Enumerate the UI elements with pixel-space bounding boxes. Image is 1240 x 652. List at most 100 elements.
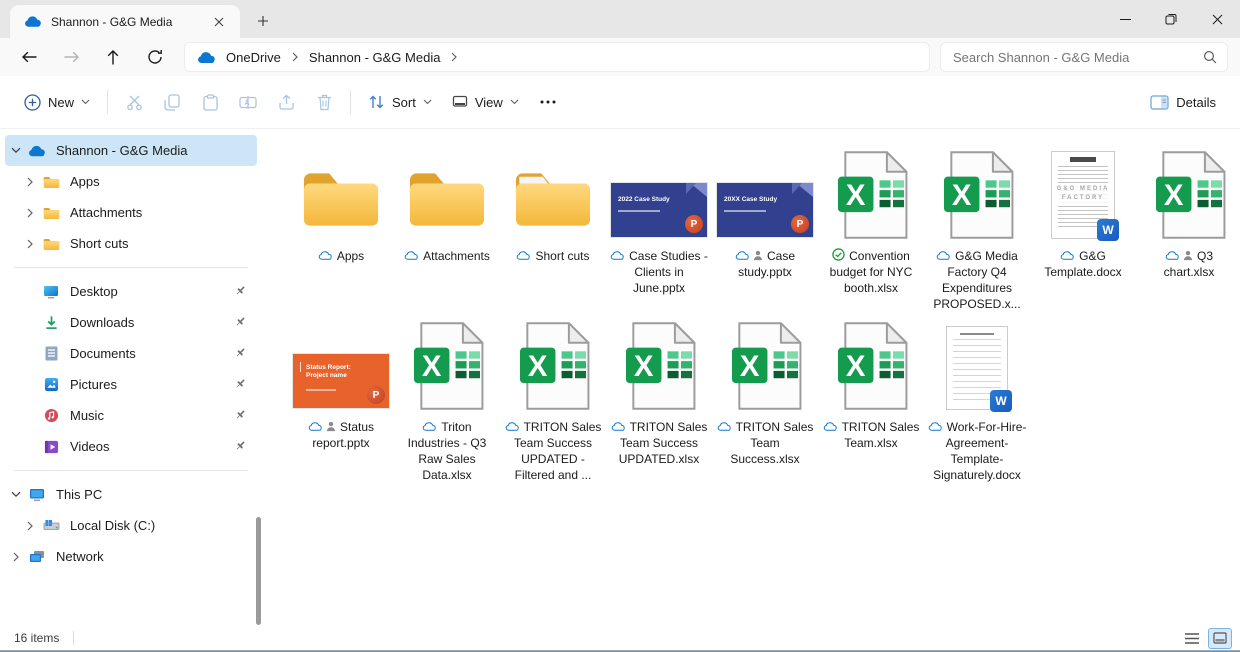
- search-box[interactable]: [940, 42, 1228, 72]
- file-tile-case-studies[interactable]: 2022 Case Study P Case Studies - Clients …: [606, 147, 712, 312]
- view-button[interactable]: View: [442, 84, 529, 120]
- file-tile-triton-updated-filtered[interactable]: X TRITON Sales Team Success UPDATED - Fi…: [500, 318, 606, 483]
- status-divider: [73, 631, 75, 645]
- sidebar-item-music[interactable]: Music: [5, 400, 257, 431]
- excel-file-icon: X: [728, 318, 802, 410]
- close-button[interactable]: [1194, 0, 1240, 38]
- sidebar-divider: [14, 267, 248, 268]
- file-tile-convention-budget[interactable]: X Convention budget for NYC booth.xlsx: [818, 147, 924, 312]
- powerpoint-slide-thumbnail: 2022 Case Study P: [611, 147, 707, 239]
- restore-button[interactable]: [1148, 0, 1194, 38]
- sidebar-item-local-disk-c[interactable]: Local Disk (C:): [5, 510, 257, 541]
- file-tile-gg-media-factory-q4[interactable]: X G&G Media Factory Q4 Expenditures PROP…: [924, 147, 1030, 312]
- file-name: TRITON Sales Team Success UPDATED - Filt…: [502, 419, 604, 483]
- chevron-right-icon[interactable]: [450, 52, 458, 62]
- sidebar-item-downloads[interactable]: Downloads: [5, 307, 257, 338]
- sidebar-item-desktop[interactable]: Desktop: [5, 276, 257, 307]
- excel-file-icon: X: [834, 147, 908, 239]
- chevron-down-icon: [510, 99, 519, 105]
- cut-button[interactable]: [115, 84, 153, 120]
- file-tile-q3-chart[interactable]: X Q3 chart.xlsx: [1136, 147, 1240, 312]
- sidebar-item-apps[interactable]: Apps: [5, 166, 257, 197]
- toolbar-separator: [350, 90, 352, 114]
- breadcrumb-current-folder[interactable]: Shannon - G&G Media: [307, 49, 443, 66]
- sidebar-item-this-pc[interactable]: This PC: [5, 479, 257, 510]
- sidebar-item-attachments[interactable]: Attachments: [5, 197, 257, 228]
- sidebar-item-label: Documents: [70, 346, 136, 361]
- file-grid: Apps Attachments Short cuts 2022 Case St…: [288, 147, 1240, 489]
- sidebar-item-short-cuts[interactable]: Short cuts: [5, 228, 257, 259]
- file-tile-work-for-hire[interactable]: W Work-For-Hire-Agreement-Template-Signa…: [924, 318, 1030, 483]
- file-tile-triton-team[interactable]: X TRITON Sales Team.xlsx: [818, 318, 924, 483]
- pictures-icon: [41, 377, 61, 392]
- sync-cloud-icon: [423, 422, 437, 431]
- file-tile-status-report[interactable]: Status Report: Project name P Status repo…: [288, 318, 394, 483]
- sidebar-item-network[interactable]: Network: [5, 541, 257, 572]
- folder-icon: [41, 175, 61, 189]
- chevron-down-icon[interactable]: [5, 491, 27, 498]
- file-tile-attachments[interactable]: Attachments: [394, 147, 500, 312]
- chevron-right-icon[interactable]: [19, 177, 41, 187]
- file-name: Q3 chart.xlsx: [1163, 249, 1215, 279]
- word-icon: W: [1097, 219, 1119, 241]
- chevron-right-icon[interactable]: [19, 208, 41, 218]
- pin-icon: [234, 346, 247, 362]
- chevron-right-icon[interactable]: [5, 552, 27, 562]
- file-tile-triton-industries-q3[interactable]: X Triton Industries - Q3 Raw Sales Data.…: [394, 318, 500, 483]
- explorer-tab[interactable]: Shannon - G&G Media: [10, 5, 240, 38]
- chevron-down-icon: [423, 99, 432, 105]
- sidebar-scrollbar[interactable]: [256, 517, 261, 625]
- status-bar: 16 items: [0, 626, 1240, 650]
- details-button[interactable]: Details: [1140, 84, 1226, 120]
- sidebar-divider: [14, 470, 248, 471]
- file-name: Apps: [318, 248, 364, 264]
- sync-cloud-icon: [318, 251, 332, 260]
- sidebar-item-shannon-gg-media[interactable]: Shannon - G&G Media: [5, 135, 257, 166]
- chevron-right-icon[interactable]: [19, 239, 41, 249]
- refresh-button[interactable]: [134, 40, 176, 74]
- sidebar-item-documents[interactable]: Documents: [5, 338, 257, 369]
- view-button-label: View: [474, 94, 503, 110]
- desktop-icon: [41, 285, 61, 299]
- file-tile-triton-success[interactable]: X TRITON Sales Team Success.xlsx: [712, 318, 818, 483]
- file-tile-apps[interactable]: Apps: [288, 147, 394, 312]
- search-input[interactable]: [953, 49, 1203, 65]
- breadcrumb[interactable]: OneDrive Shannon - G&G Media: [184, 42, 930, 72]
- chevron-down-icon[interactable]: [5, 147, 27, 154]
- sidebar-item-label: Network: [56, 549, 104, 564]
- powerpoint-icon: P: [791, 215, 809, 233]
- file-name: TRITON Sales Team Success UPDATED.xlsx: [608, 419, 710, 467]
- file-tile-gg-template[interactable]: G&G MEDIA FACTORY W G&G Template.docx: [1030, 147, 1136, 312]
- new-tab-button[interactable]: [248, 6, 278, 36]
- file-tile-short-cuts[interactable]: Short cuts: [500, 147, 606, 312]
- search-icon[interactable]: [1203, 50, 1217, 64]
- share-button[interactable]: [267, 84, 305, 120]
- tab-close-icon[interactable]: [208, 11, 230, 33]
- breadcrumb-onedrive[interactable]: OneDrive: [224, 49, 283, 66]
- up-button[interactable]: [92, 40, 134, 74]
- pin-icon: [234, 315, 247, 331]
- forward-button[interactable]: [50, 40, 92, 74]
- sidebar-item-label: This PC: [56, 487, 103, 502]
- chevron-right-icon[interactable]: [291, 52, 299, 62]
- minimize-button[interactable]: [1102, 0, 1148, 38]
- file-tile-case-study[interactable]: 20XX Case Study P Case study.pptx: [712, 147, 818, 312]
- sidebar-item-pictures[interactable]: Pictures: [5, 369, 257, 400]
- large-icons-view-toggle[interactable]: [1208, 627, 1232, 649]
- svg-text:X: X: [846, 179, 866, 212]
- sort-button[interactable]: Sort: [358, 84, 442, 120]
- rename-button[interactable]: [229, 84, 267, 120]
- sidebar-item-videos[interactable]: Videos: [5, 431, 257, 462]
- delete-button[interactable]: [305, 84, 343, 120]
- new-button[interactable]: New: [14, 84, 100, 120]
- file-name: Convention budget for NYC booth.xlsx: [829, 248, 913, 295]
- back-button[interactable]: [8, 40, 50, 74]
- copy-button[interactable]: [153, 84, 191, 120]
- folder-icon: [512, 147, 594, 239]
- more-options-button[interactable]: [529, 84, 567, 120]
- chevron-right-icon[interactable]: [19, 521, 41, 531]
- details-view-toggle[interactable]: [1180, 628, 1204, 649]
- sidebar-item-label: Downloads: [70, 315, 135, 330]
- paste-button[interactable]: [191, 84, 229, 120]
- file-tile-triton-updated[interactable]: X TRITON Sales Team Success UPDATED.xlsx: [606, 318, 712, 483]
